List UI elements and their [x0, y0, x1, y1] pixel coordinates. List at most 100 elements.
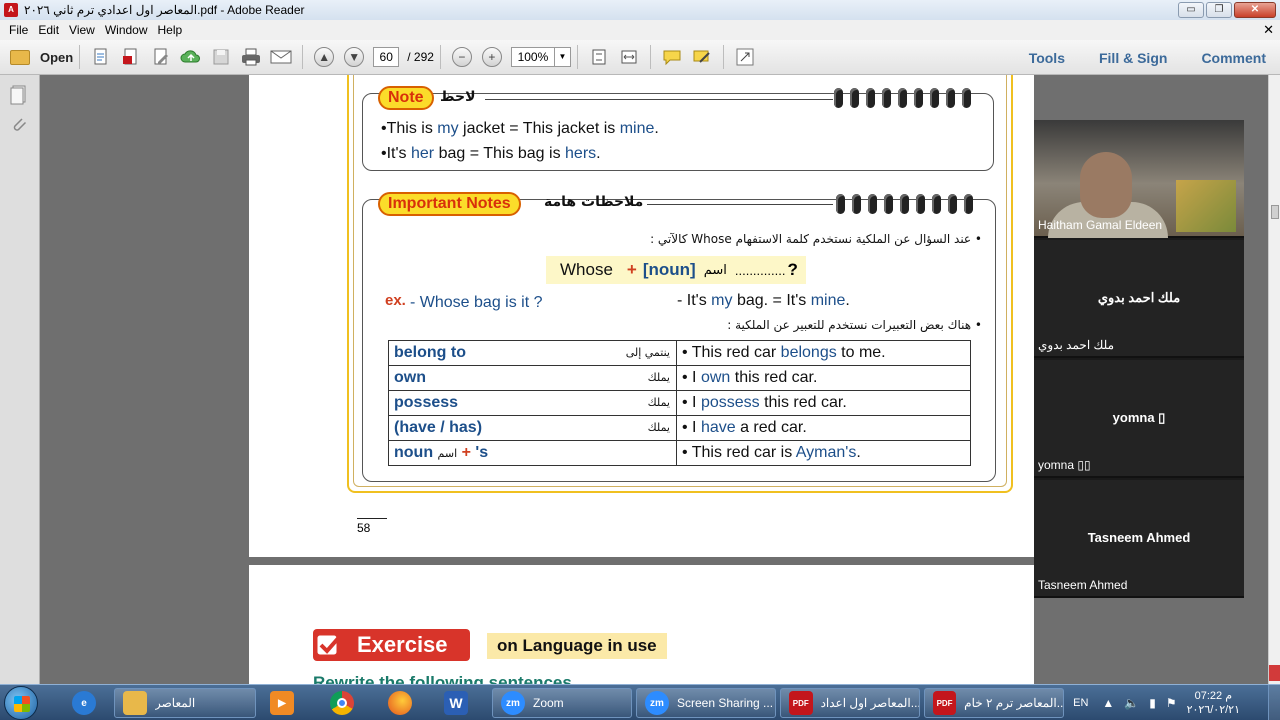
menu-help[interactable]: Help [158, 23, 183, 37]
navigation-pane [0, 75, 40, 685]
attachments-icon[interactable] [10, 115, 28, 135]
example-answer: - It's my bag. = It's mine. [677, 292, 850, 309]
clock[interactable]: 07:22 م ٢٠٢٦/٠٢/٢١ [1187, 689, 1240, 717]
flag-icon[interactable]: ⚑ [1166, 696, 1177, 710]
tools-link[interactable]: Tools [1029, 50, 1065, 66]
important-notes-rule [647, 204, 833, 205]
taskbar-screen-sharing[interactable]: zm Screen Sharing ... [636, 688, 776, 718]
pdf-icon: PDF [933, 691, 957, 715]
zoom-participants-panel: Haitham Gamal Eldeen ملك احمد بدوي ملك ا… [1034, 120, 1244, 598]
fit-width-icon[interactable] [618, 46, 640, 68]
taskbar-pdf-2[interactable]: PDF المعاصر ترم ٢ خام... [924, 688, 1064, 718]
scrollbar-thumb[interactable] [1271, 205, 1279, 219]
highlight-icon[interactable] [691, 46, 713, 68]
table-term: noun اسم + 's [388, 440, 677, 466]
folder-icon [10, 49, 30, 65]
comment-link[interactable]: Comment [1201, 50, 1266, 66]
participant-name: ملك احمد بدوي [1038, 338, 1114, 352]
zoom-icon: zm [501, 691, 525, 715]
close-document-icon[interactable]: ✕ [1263, 22, 1274, 38]
toolbar: Open ▲ ▼ 60 / 292 − + 100% ▼ Tools Fill … [0, 40, 1280, 75]
table-example: • I possess this red car. [676, 390, 971, 416]
example-label: ex. [385, 292, 406, 309]
participant-name: Tasneem Ahmed [1038, 578, 1128, 592]
pdf-page-59: Exercise on Language in use Rewrite the … [249, 565, 1034, 685]
chevron-down-icon: ▼ [553, 48, 570, 66]
participant-tile[interactable]: Tasneem Ahmed Tasneem Ahmed [1034, 480, 1244, 598]
print-icon[interactable] [240, 46, 262, 68]
whose-question-note: • عند السؤال عن الملكية نستخدم كلمة الاس… [650, 232, 982, 246]
language-indicator[interactable]: EN [1073, 697, 1088, 709]
internet-explorer-icon: e [72, 691, 96, 715]
volume-icon[interactable]: 🔈 [1124, 696, 1139, 710]
close-button[interactable]: ✕ [1234, 2, 1276, 18]
show-hidden-icons-icon[interactable]: ▲ [1102, 696, 1114, 710]
comment-icon[interactable] [661, 46, 683, 68]
participant-video-head [1080, 152, 1132, 218]
page-number-input[interactable]: 60 [373, 47, 400, 67]
email-icon[interactable] [270, 46, 292, 68]
menu-file[interactable]: File [9, 23, 28, 37]
save-icon[interactable] [210, 46, 232, 68]
table-row: noun اسم + 's • This red car is Ayman's. [388, 440, 971, 466]
expand-icon[interactable] [734, 46, 756, 68]
menu-view[interactable]: View [69, 23, 95, 37]
taskbar-folder[interactable]: المعاصر [114, 688, 256, 718]
table-term: belong to ينتمي إلى [388, 340, 677, 366]
minimize-button[interactable]: ▭ [1178, 2, 1204, 18]
important-notes-arabic-label: ملاحظات هامة [544, 194, 644, 210]
start-button[interactable] [4, 686, 38, 720]
fit-page-icon[interactable] [588, 46, 610, 68]
next-page-button[interactable]: ▼ [344, 47, 365, 67]
open-button[interactable]: Open [10, 49, 73, 65]
taskbar-pdf-1[interactable]: PDF المعاصر اول اعداد... [780, 688, 920, 718]
fill-sign-link[interactable]: Fill & Sign [1099, 50, 1167, 66]
participant-display-name: ملك احمد بدوي [1097, 290, 1181, 305]
table-example: • This red car belongs to me. [676, 340, 971, 366]
checkmark-icon [314, 632, 343, 658]
toolbar-divider [439, 45, 441, 69]
window-title: المعاصر اول اعدادي ترم ثاني ٢٠٢٦.pdf - A… [24, 3, 305, 17]
note-line-1: •This is my jacket = This jacket is mine… [381, 120, 659, 137]
windows-logo-icon [14, 696, 30, 712]
menu-edit[interactable]: Edit [38, 23, 59, 37]
toolbar-divider [649, 45, 651, 69]
spiral-rings-icon [836, 194, 973, 214]
table-term: (have / has) يملك [388, 415, 677, 441]
title-bar: A المعاصر اول اعدادي ترم ثاني ٢٠٢٦.pdf -… [0, 0, 1280, 20]
pdf-icon: PDF [789, 691, 813, 715]
word-icon: W [444, 691, 468, 715]
taskbar-chrome[interactable] [322, 688, 362, 718]
participant-tile-video[interactable]: Haitham Gamal Eldeen [1034, 120, 1244, 238]
show-desktop-button[interactable] [1268, 685, 1280, 720]
notification-icon[interactable] [1269, 665, 1280, 681]
menu-window[interactable]: Window [105, 23, 148, 37]
participant-tile[interactable]: yomna ▯ yomna ▯▯ [1034, 360, 1244, 478]
taskbar-zoom[interactable]: zm Zoom [492, 688, 632, 718]
media-player-icon: ▶ [270, 691, 294, 715]
previous-page-button[interactable]: ▲ [314, 47, 335, 67]
maximize-button[interactable]: ❐ [1206, 2, 1232, 18]
export-pdf-icon[interactable] [120, 46, 142, 68]
cloud-upload-icon[interactable] [180, 46, 202, 68]
create-pdf-icon[interactable] [90, 46, 112, 68]
clock-date: ٢٠٢٦/٠٢/٢١ [1186, 704, 1240, 716]
zoom-select[interactable]: 100% ▼ [510, 47, 571, 67]
participant-name: Haitham Gamal Eldeen [1038, 218, 1163, 232]
network-icon[interactable]: ▮ [1149, 696, 1156, 710]
zoom-in-button[interactable]: + [481, 47, 502, 67]
taskbar-word[interactable]: W [436, 688, 476, 718]
taskbar-media-player[interactable]: ▶ [262, 688, 302, 718]
edit-pdf-icon[interactable] [150, 46, 172, 68]
zoom-out-button[interactable]: − [451, 47, 472, 67]
participant-name: yomna ▯▯ [1038, 458, 1091, 472]
page-thumbnails-icon[interactable] [10, 85, 28, 105]
participant-tile[interactable]: ملك احمد بدوي ملك احمد بدوي [1034, 240, 1244, 358]
toolbar-divider [79, 45, 81, 69]
taskbar-ie[interactable]: e [64, 688, 104, 718]
pdf-page-58: Note لاحظ •This is my jacket = This jack… [249, 75, 1034, 557]
vertical-scrollbar[interactable] [1268, 75, 1280, 685]
participant-display-name: Tasneem Ahmed [1087, 530, 1191, 545]
taskbar-firefox[interactable] [380, 688, 420, 718]
possession-table: belong to ينتمي إلى • This red car belong… [388, 340, 971, 466]
